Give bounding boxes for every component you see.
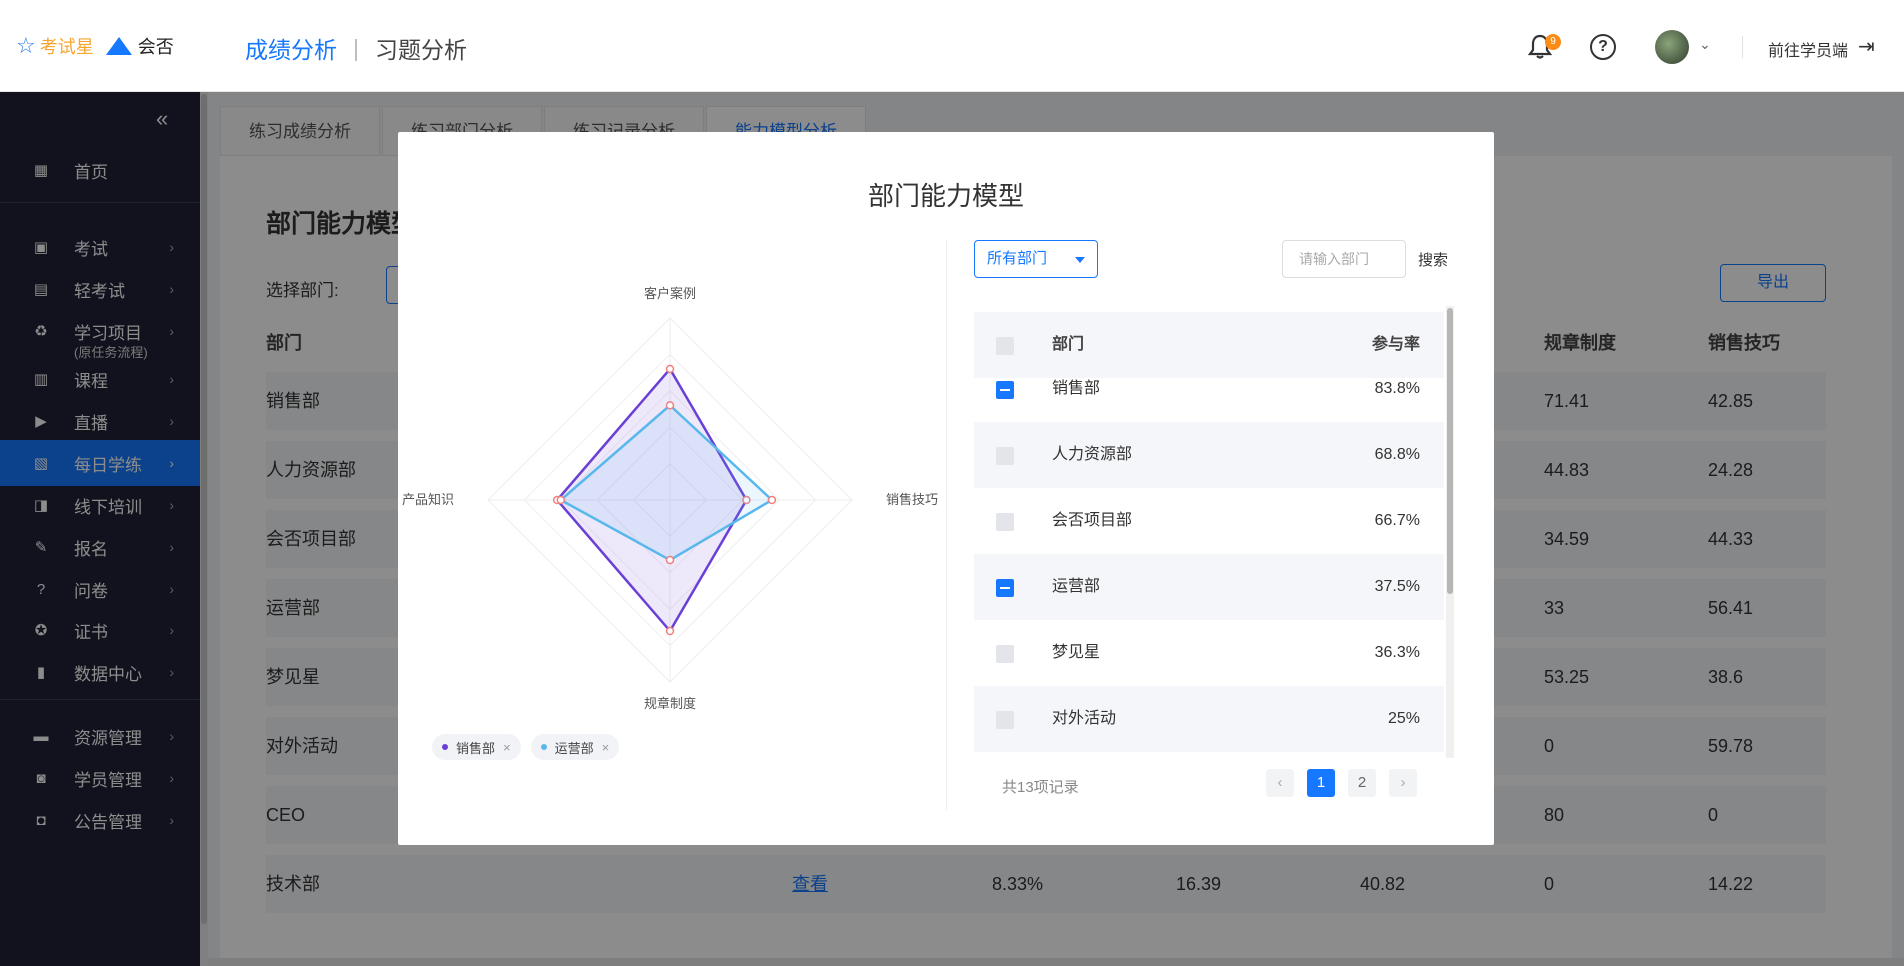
triangle-logo-icon — [105, 37, 132, 55]
dept-table-scroll-thumb[interactable] — [1447, 308, 1453, 594]
dept-row[interactable]: 人力资源部 68.8% — [974, 422, 1444, 488]
radar-indicator-label: 产品知识 — [402, 492, 454, 507]
legend-label: 销售部 — [456, 740, 496, 756]
logo[interactable]: ☆ 考试星 会否 — [16, 33, 174, 59]
radar-point — [767, 495, 777, 505]
legend-dot — [540, 744, 547, 750]
dept-table-scrollbar[interactable] — [1446, 306, 1454, 758]
top-header: ☆ 考试星 会否 成绩分析 | 习题分析 9 ? ⌄ 前往学员端 ⇥ — [0, 0, 1904, 92]
participation-rate: 68.8% — [1374, 446, 1420, 463]
nav-exercise-analysis[interactable]: 习题分析 — [375, 31, 467, 65]
participation-rate: 25% — [1387, 710, 1420, 727]
radar-chart: 客户案例销售技巧规章制度 产品知识 — [402, 286, 938, 711]
page-button-1[interactable]: 1 — [1307, 769, 1335, 797]
radar-indicator-label: 销售技巧 — [886, 492, 938, 507]
brand-name-secondary: 会否 — [137, 37, 174, 57]
row-checkbox[interactable] — [996, 447, 1014, 465]
header-divider — [1742, 36, 1743, 58]
radar-indicator-label: 规章制度 — [644, 696, 696, 711]
dept-select-table: 部门 参与率 销售部 83.8% 人力资源部 68.8% 会否项目部 66.7% 运营部 37.5… — [974, 312, 1450, 754]
avatar[interactable] — [1655, 30, 1689, 64]
dept-name: 梦见星 — [1052, 644, 1101, 661]
legend-item[interactable]: 销售部 × — [432, 734, 521, 760]
dept-row[interactable]: 梦见星 36.3% — [974, 620, 1444, 686]
radar-point — [556, 495, 566, 505]
participation-rate: 36.3% — [1374, 644, 1420, 661]
chevron-down-icon[interactable]: ⌄ — [1699, 36, 1711, 53]
dept-name: 销售部 — [1052, 380, 1101, 397]
brand-name-primary: 考试星 — [39, 37, 94, 57]
dept-row[interactable]: 销售部 83.8% — [974, 356, 1444, 422]
row-checkbox[interactable] — [996, 579, 1014, 597]
dept-row[interactable]: 运营部 37.5% — [974, 554, 1444, 620]
radar-indicator-label: 客户案例 — [644, 286, 696, 301]
row-checkbox[interactable] — [996, 381, 1014, 399]
next-page-icon[interactable]: › — [1389, 769, 1417, 797]
row-checkbox[interactable] — [996, 337, 1014, 355]
star-logo-icon: ☆ — [16, 33, 36, 58]
ability-modal: 部门能力模型 客户案例销售技巧规章制度 产品知识 销售部 × 运营部 × 所有部门 请输… — [398, 132, 1494, 845]
legend-label: 运营部 — [554, 740, 594, 756]
notification-badge: 9 — [1545, 34, 1561, 50]
modal-title: 部门能力模型 — [867, 181, 1024, 211]
participation-rate: 66.7% — [1374, 512, 1420, 529]
goto-student-link[interactable]: 前往学员端 — [1768, 37, 1848, 61]
radar-point — [665, 364, 675, 374]
remove-series-icon[interactable]: × — [503, 740, 511, 755]
participation-rate: 83.8% — [1374, 380, 1420, 397]
dept-filter-select[interactable]: 所有部门 — [974, 240, 1098, 278]
dept-name: 会否项目部 — [1052, 512, 1133, 529]
dept-name: 人力资源部 — [1052, 446, 1133, 463]
exit-icon[interactable]: ⇥ — [1858, 34, 1875, 59]
total-records: 共13项记录 — [1002, 779, 1079, 796]
remove-series-icon[interactable]: × — [602, 740, 610, 755]
search-button[interactable]: 搜索 — [1418, 249, 1448, 270]
dept-name: 对外活动 — [1052, 710, 1117, 727]
row-checkbox[interactable] — [996, 711, 1014, 729]
legend-item[interactable]: 运营部 × — [530, 734, 620, 760]
chart-legend: 销售部 × 运营部 × — [432, 734, 629, 760]
nav-separator: | — [353, 34, 359, 61]
prev-page-icon[interactable]: ‹ — [1266, 769, 1294, 797]
pagination: ‹ 1 2 › — [1266, 769, 1430, 797]
radar-point — [665, 555, 675, 565]
dept-search-input[interactable]: 请输入部门 — [1282, 240, 1406, 278]
row-checkbox[interactable] — [996, 513, 1014, 531]
participation-rate: 37.5% — [1374, 578, 1420, 595]
help-icon[interactable]: ? — [1590, 34, 1616, 60]
legend-dot — [442, 744, 448, 750]
top-nav: 成绩分析 | 习题分析 — [245, 31, 467, 65]
dept-row[interactable]: 对外活动 25% — [974, 686, 1444, 752]
caret-down-icon — [1075, 257, 1085, 263]
dept-filter-value: 所有部门 — [987, 250, 1048, 267]
radar-point — [665, 626, 675, 636]
radar-point — [665, 401, 675, 410]
page-button-2[interactable]: 2 — [1348, 769, 1376, 797]
row-checkbox[interactable] — [996, 645, 1014, 663]
dept-row[interactable]: 会否项目部 66.7% — [974, 488, 1444, 554]
dept-name: 运营部 — [1052, 578, 1101, 595]
nav-score-analysis[interactable]: 成绩分析 — [245, 31, 337, 65]
